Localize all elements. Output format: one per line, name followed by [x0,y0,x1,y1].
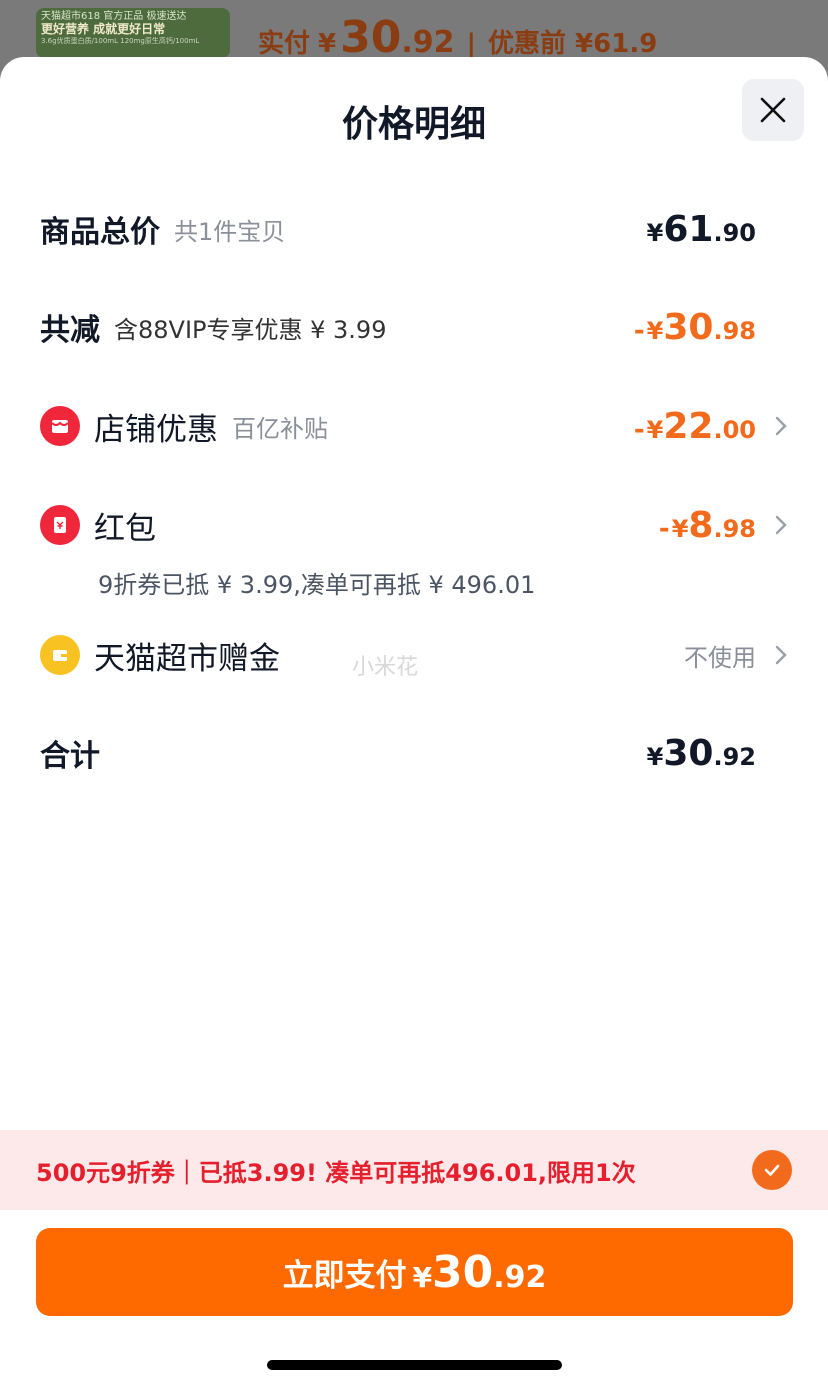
coupon-promo-bar[interactable]: 500元9折券｜已抵3.99! 凑单可再抵496.01,限用1次 [0,1130,828,1210]
total-discount-amount: - ¥ 30 .98 [634,307,756,348]
check-icon[interactable] [752,1150,792,1190]
chevron-right-icon [764,415,788,437]
original-price: 优惠前 ¥61.9 [488,29,658,59]
coupon-promo-text: 500元9折券｜已抵3.99! 凑单可再抵496.01,限用1次 [36,1158,636,1187]
currency-symbol: ¥ [646,415,664,444]
price-int: 30 [663,732,714,774]
sheet-title: 价格明细 [341,104,486,145]
store-discount-label: 店铺优惠 [94,411,218,448]
total-discount-row: 共减 含88VIP专享优惠 ¥ 3.99 - ¥ 30 .98 [40,305,788,349]
minus-sign: - [633,315,645,346]
chevron-right-icon [764,644,788,666]
store-icon [40,406,80,446]
price-dec: .92 [493,1259,547,1295]
price-int: 61 [663,208,714,250]
total-discount-label: 共减 [40,313,100,348]
gift-money-label: 天猫超市赠金 [94,640,280,677]
total-goods-label: 商品总价 [40,215,160,250]
watermark: 小米花 [352,655,419,680]
home-indicator[interactable] [267,1360,562,1370]
price-int: 22 [663,405,714,447]
background-price-summary: 实付 ¥ 30 .92 | 优惠前 ¥61.9 [258,12,657,63]
price-detail-sheet: 价格明细 商品总价 共1件宝贝 ¥ 61 .90 共减 含88VIP专享优惠 ¥… [0,57,828,1388]
price-int: 30 [663,306,714,348]
sum-row: 合计 ¥ 30 .92 [40,731,788,775]
price-dec: .92 [713,742,756,771]
total-goods-price: ¥ 61 .90 [647,209,756,250]
total-goods-count: 共1件宝贝 [174,217,286,246]
banner-line-2: 更好营养 成就更好日常 [41,22,166,36]
price-dec: .98 [713,316,756,345]
sum-label: 合计 [40,739,100,774]
currency-symbol: ¥ [646,316,664,345]
minus-sign: - [633,414,645,445]
close-button[interactable] [742,79,804,141]
currency-symbol: ¥ [646,218,664,247]
price-dec: .00 [713,415,756,444]
price-int: 30 [432,1246,494,1298]
red-packet-icon [40,505,80,545]
red-packet-label: 红包 [94,510,156,547]
wallet-icon [40,635,80,675]
total-discount-note: 含88VIP专享优惠 ¥ 3.99 [114,315,387,344]
close-icon [760,97,786,123]
price-int: 8 [688,504,714,546]
store-discount-amount: - ¥ 22 .00 [634,406,756,447]
red-packet-note: 9折券已抵 ¥ 3.99,凑单可再抵 ¥ 496.01 [98,571,536,599]
pay-now-amount: ¥ 30 .92 [413,1247,547,1298]
chevron-right-icon [764,514,788,536]
red-packet-amount: - ¥ 8 .98 [659,505,756,546]
total-goods-row: 商品总价 共1件宝贝 ¥ 61 .90 [40,207,788,251]
paid-int: 30 [340,12,402,63]
paid-label: 实付 [258,29,311,59]
paid-dec: .92 [401,25,455,60]
currency-symbol: ¥ [412,1260,433,1294]
price-dec: .90 [713,218,756,247]
store-discount-row[interactable]: 店铺优惠 百亿补贴 - ¥ 22 .00 [40,404,788,448]
sum-price: ¥ 30 .92 [647,733,756,774]
pay-now-button[interactable]: 立即支付 ¥ 30 .92 [36,1228,793,1316]
price-dec: .98 [713,514,756,543]
red-packet-row[interactable]: 红包 - ¥ 8 .98 [40,503,788,547]
gift-money-value: 不使用 [684,643,756,672]
price-separator: | [466,29,477,59]
pay-now-label: 立即支付 [282,1257,407,1294]
minus-sign: - [658,513,670,544]
currency-symbol: ¥ [646,742,664,771]
currency-symbol: ¥ [671,514,689,543]
store-discount-tag: 百亿补贴 [232,414,328,443]
paid-currency: ¥ [318,29,337,59]
product-banner-image: 天猫超市618 官方正品 极速送达 更好营养 成就更好日常 3.6g优质蛋白质/… [36,8,230,58]
banner-line-3: 3.6g优质蛋白质/100mL 120mg原生高钙/100mL [41,37,200,45]
